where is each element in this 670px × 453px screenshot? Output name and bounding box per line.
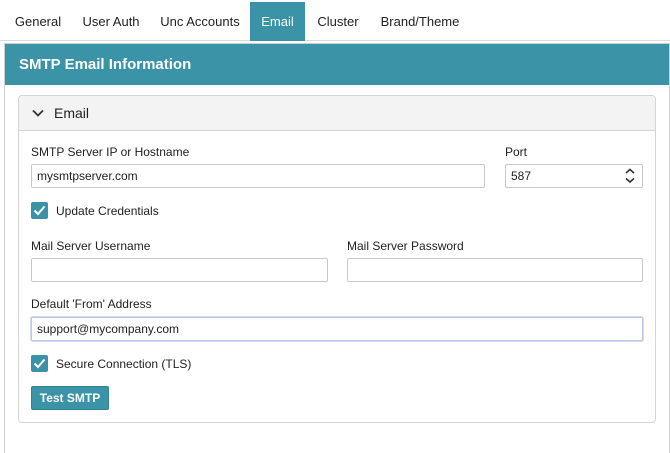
email-section: Email SMTP Server IP or Hostname Port Up…: [18, 95, 656, 423]
spinner-down-icon[interactable]: [625, 177, 635, 184]
tab-unc-accounts[interactable]: Unc Accounts: [156, 2, 244, 41]
chevron-down-icon: [32, 109, 44, 117]
panel-title: SMTP Email Information: [5, 44, 669, 85]
update-credentials-label: Update Credentials: [56, 204, 159, 218]
update-credentials-checkbox[interactable]: [31, 202, 48, 219]
port-stepper[interactable]: [619, 165, 641, 187]
tls-checkbox[interactable]: [31, 355, 48, 372]
from-address-input[interactable]: [31, 317, 643, 341]
spinner-up-icon[interactable]: [625, 168, 635, 174]
test-smtp-button[interactable]: Test SMTP: [31, 386, 109, 410]
smtp-server-input[interactable]: [31, 164, 485, 188]
tls-label: Secure Connection (TLS): [56, 357, 192, 371]
tab-brand-theme[interactable]: Brand/Theme: [378, 2, 462, 41]
checkmark-icon: [33, 205, 46, 216]
from-address-label: Default 'From' Address: [31, 297, 152, 311]
section-title: Email: [54, 105, 90, 121]
tab-cluster[interactable]: Cluster: [312, 2, 364, 41]
tab-general[interactable]: General: [8, 2, 68, 41]
tab-user-auth[interactable]: User Auth: [78, 2, 144, 41]
username-input[interactable]: [31, 258, 328, 282]
email-section-header[interactable]: Email: [19, 96, 655, 131]
tab-email[interactable]: Email: [250, 2, 305, 41]
password-input[interactable]: [347, 258, 643, 282]
smtp-panel: SMTP Email Information Email SMTP Server…: [4, 43, 670, 453]
password-label: Mail Server Password: [347, 239, 464, 253]
tab-bar: General User Auth Unc Accounts Email Clu…: [0, 0, 670, 41]
checkmark-icon: [33, 358, 46, 369]
smtp-server-label: SMTP Server IP or Hostname: [31, 145, 190, 159]
port-label: Port: [505, 145, 528, 159]
username-label: Mail Server Username: [31, 239, 151, 253]
